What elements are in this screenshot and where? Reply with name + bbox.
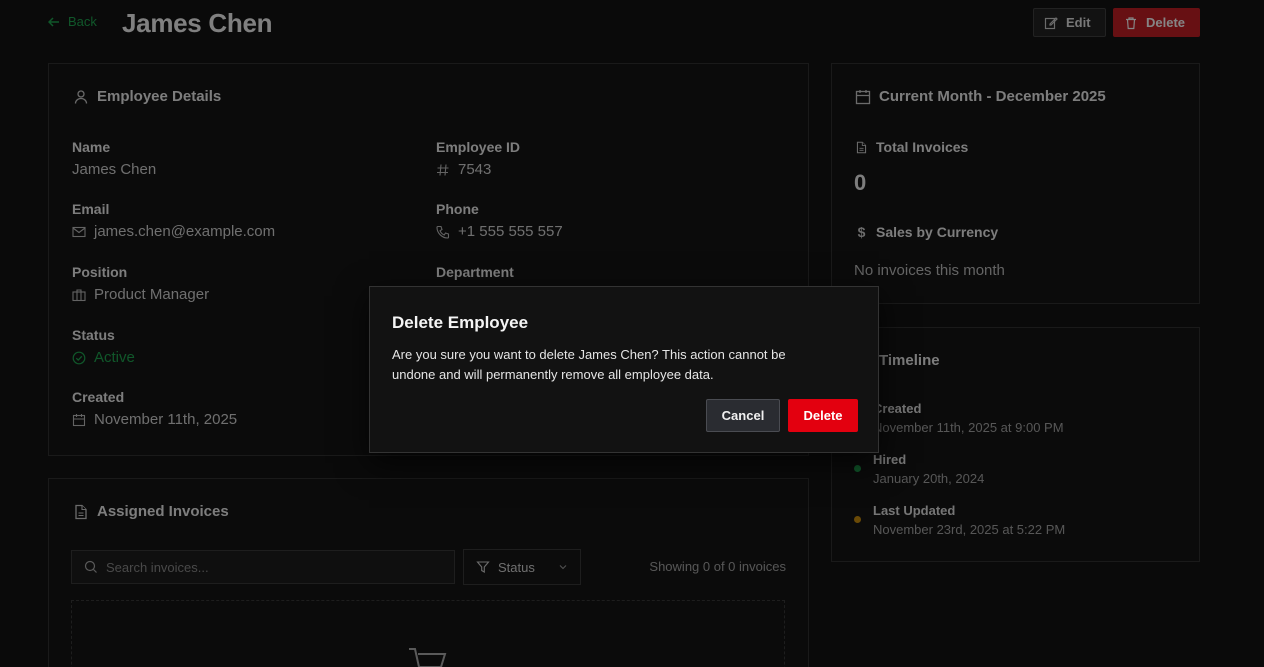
mail-icon [72,226,86,237]
timeline-label: Last Updated [873,503,956,518]
position-row: Product Manager [72,286,209,303]
sales-empty-text: No invoices this month [854,262,1005,279]
timeline-time: January 20th, 2024 [873,471,985,486]
page-title: James Chen [122,8,273,38]
hash-icon [437,163,449,176]
cancel-button[interactable]: Cancel [706,399,780,432]
delete-label: Delete [1146,15,1186,30]
file-icon [856,141,867,153]
current-month-card: Current Month - December 2025 Total Invo… [831,63,1200,304]
chevron-down-icon [559,565,567,570]
phone-icon [436,225,450,239]
search-icon [84,560,97,573]
employee-id-field: Employee ID 7543 [436,139,520,178]
created-row: November 11th, 2025 [72,411,237,428]
phone-row: +1 555 555 557 [436,223,563,240]
employee-details-heading: Employee Details [73,88,221,105]
check-circle-icon [72,351,86,364]
search-placeholder: Search invoices... [106,559,209,575]
timeline-item-created: Created November 11th, 2025 at 9:00 PM [854,401,1064,435]
calendar-icon [72,413,86,426]
assigned-invoices-title: Assigned Invoices [97,503,229,520]
employee-id-row: 7543 [436,161,520,178]
email-row: james.chen@example.com [72,223,275,240]
name-label: Name [72,139,111,155]
current-month-heading: Current Month - December 2025 [855,88,1106,105]
email-label: Email [72,201,110,217]
email-field: Email james.chen@example.com [72,201,275,240]
user-icon [74,89,88,104]
dollar-icon: $ [857,224,866,240]
timeline-card: Timeline Created November 11th, 2025 at … [831,327,1200,562]
briefcase-icon [72,288,86,301]
delete-employee-dialog: Delete Employee Are you sure you want to… [369,286,879,453]
timeline-label: Hired [873,452,907,467]
edit-icon [1044,16,1058,29]
sales-by-currency-heading: $ Sales by Currency [855,224,999,240]
timeline-item-last-updated: Last Updated November 23rd, 2025 at 5:22… [854,503,1066,537]
dialog-message: Are you sure you want to delete James Ch… [392,347,786,382]
created-label: Created [72,389,125,405]
total-invoices-label: Total Invoices [876,139,969,155]
current-month-title: Current Month - December 2025 [879,88,1106,105]
name-value: James Chen [72,161,157,178]
timeline-dot [854,465,861,472]
status-row: Active [72,349,135,366]
confirm-delete-button[interactable]: Delete [788,399,858,432]
edit-label: Edit [1066,15,1091,30]
employee-details-title: Employee Details [97,88,222,105]
employee-id-value: 7543 [458,161,492,178]
trash-icon [1126,16,1136,29]
timeline-label: Created [873,401,922,416]
calendar-icon [855,89,871,104]
phone-label: Phone [436,201,479,217]
created-field: Created November 11th, 2025 [72,389,237,428]
back-label: Back [68,14,97,29]
timeline-dot [854,516,861,523]
dialog-title: Delete Employee [392,313,529,332]
department-field: Department [436,264,514,286]
filter-icon [476,561,490,573]
department-label: Department [436,264,514,280]
position-value: Product Manager [94,286,210,303]
phone-field: Phone +1 555 555 557 [436,201,563,240]
phone-value: +1 555 555 557 [458,223,563,240]
total-invoices-heading: Total Invoices [855,139,968,155]
status-value: Active [94,349,135,366]
status-filter-dropdown[interactable]: Status [463,549,581,585]
status-label: Status [72,327,115,343]
edit-button[interactable]: Edit [1033,8,1106,37]
position-field: Position Product Manager [72,264,209,303]
shopping-cart-icon [409,648,447,667]
email-value: james.chen@example.com [94,223,276,240]
total-invoices-value: 0 [854,170,867,195]
timeline-title: Timeline [879,352,940,369]
file-icon [75,504,87,519]
assigned-invoices-heading: Assigned Invoices [73,503,229,520]
position-label: Position [72,264,128,280]
arrow-left-icon [48,16,59,27]
showing-count: Showing 0 of 0 invoices [649,559,786,574]
timeline-time: November 11th, 2025 at 9:00 PM [873,420,1064,435]
sales-by-currency-label: Sales by Currency [876,224,999,240]
timeline-item-hired: Hired January 20th, 2024 [854,452,985,486]
search-invoices-input[interactable]: Search invoices... [71,550,455,584]
back-link[interactable]: Back [48,14,97,29]
status-field: Status Active [72,327,135,366]
name-field: Name James Chen [72,139,156,178]
created-value: November 11th, 2025 [94,411,238,428]
delete-button[interactable]: Delete [1113,8,1200,37]
employee-id-label: Employee ID [436,139,521,155]
status-filter-label: Status [498,559,535,575]
timeline-time: November 23rd, 2025 at 5:22 PM [873,522,1066,537]
